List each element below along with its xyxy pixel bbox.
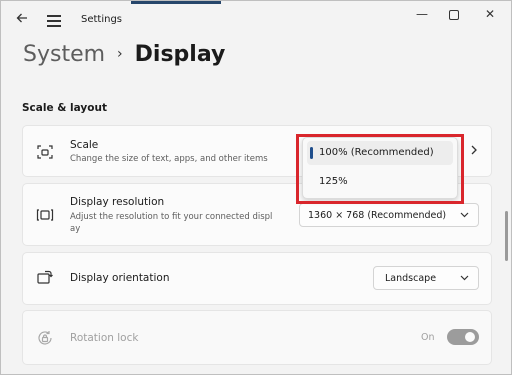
orientation-dropdown[interactable]: Landscape — [373, 266, 479, 290]
scrollbar-thumb[interactable] — [505, 211, 508, 261]
minimize-icon: — — [416, 7, 428, 21]
settings-window: Settings — ✕ System › Display Scale & layo… — [0, 0, 512, 375]
resolution-description-line2: ay — [70, 224, 81, 234]
minimize-button[interactable]: — — [407, 5, 437, 23]
chevron-down-icon — [460, 271, 469, 288]
breadcrumb: System › Display — [23, 39, 225, 73]
resolution-value: 1360 × 768 (Recommended) — [308, 210, 447, 221]
orientation-value: Landscape — [385, 273, 437, 284]
back-arrow-icon[interactable] — [13, 11, 31, 29]
resolution-description-line1: Adjust the resolution to fit your connec… — [70, 212, 273, 222]
resolution-description: Adjust the resolution to fit your connec… — [70, 211, 272, 235]
chevron-down-icon — [460, 208, 469, 225]
breadcrumb-parent[interactable]: System — [23, 42, 105, 67]
scale-description: Change the size of text, apps, and other… — [70, 154, 268, 164]
maximize-icon — [449, 9, 459, 20]
close-button[interactable]: ✕ — [475, 5, 505, 23]
title-bar: Settings — ✕ — [1, 1, 512, 39]
rotation-lock-state: On — [421, 332, 435, 343]
maximize-button[interactable] — [439, 5, 469, 23]
rotation-lock-card: Rotation lock On — [22, 310, 492, 365]
rotation-lock-toggle[interactable] — [447, 329, 479, 345]
highlight-annotation-box — [296, 134, 464, 204]
scale-title: Scale — [70, 139, 99, 151]
close-icon: ✕ — [484, 7, 496, 21]
toggle-knob — [465, 332, 475, 342]
chevron-right-icon[interactable] — [470, 144, 478, 159]
hamburger-menu-icon[interactable] — [45, 11, 63, 29]
display-orientation-card: Display orientation Landscape — [22, 252, 492, 305]
page-title: Display — [134, 42, 226, 67]
rotation-lock-title: Rotation lock — [70, 332, 139, 344]
orientation-icon — [36, 269, 54, 287]
resolution-icon — [36, 206, 54, 224]
section-heading: Scale & layout — [22, 102, 107, 114]
window-title: Settings — [81, 14, 123, 25]
orientation-title: Display orientation — [70, 272, 170, 284]
chevron-right-icon: › — [117, 46, 123, 62]
resolution-title: Display resolution — [70, 196, 165, 208]
resolution-dropdown[interactable]: 1360 × 768 (Recommended) — [299, 203, 479, 227]
scale-icon — [36, 143, 54, 161]
rotation-lock-icon — [36, 329, 54, 347]
